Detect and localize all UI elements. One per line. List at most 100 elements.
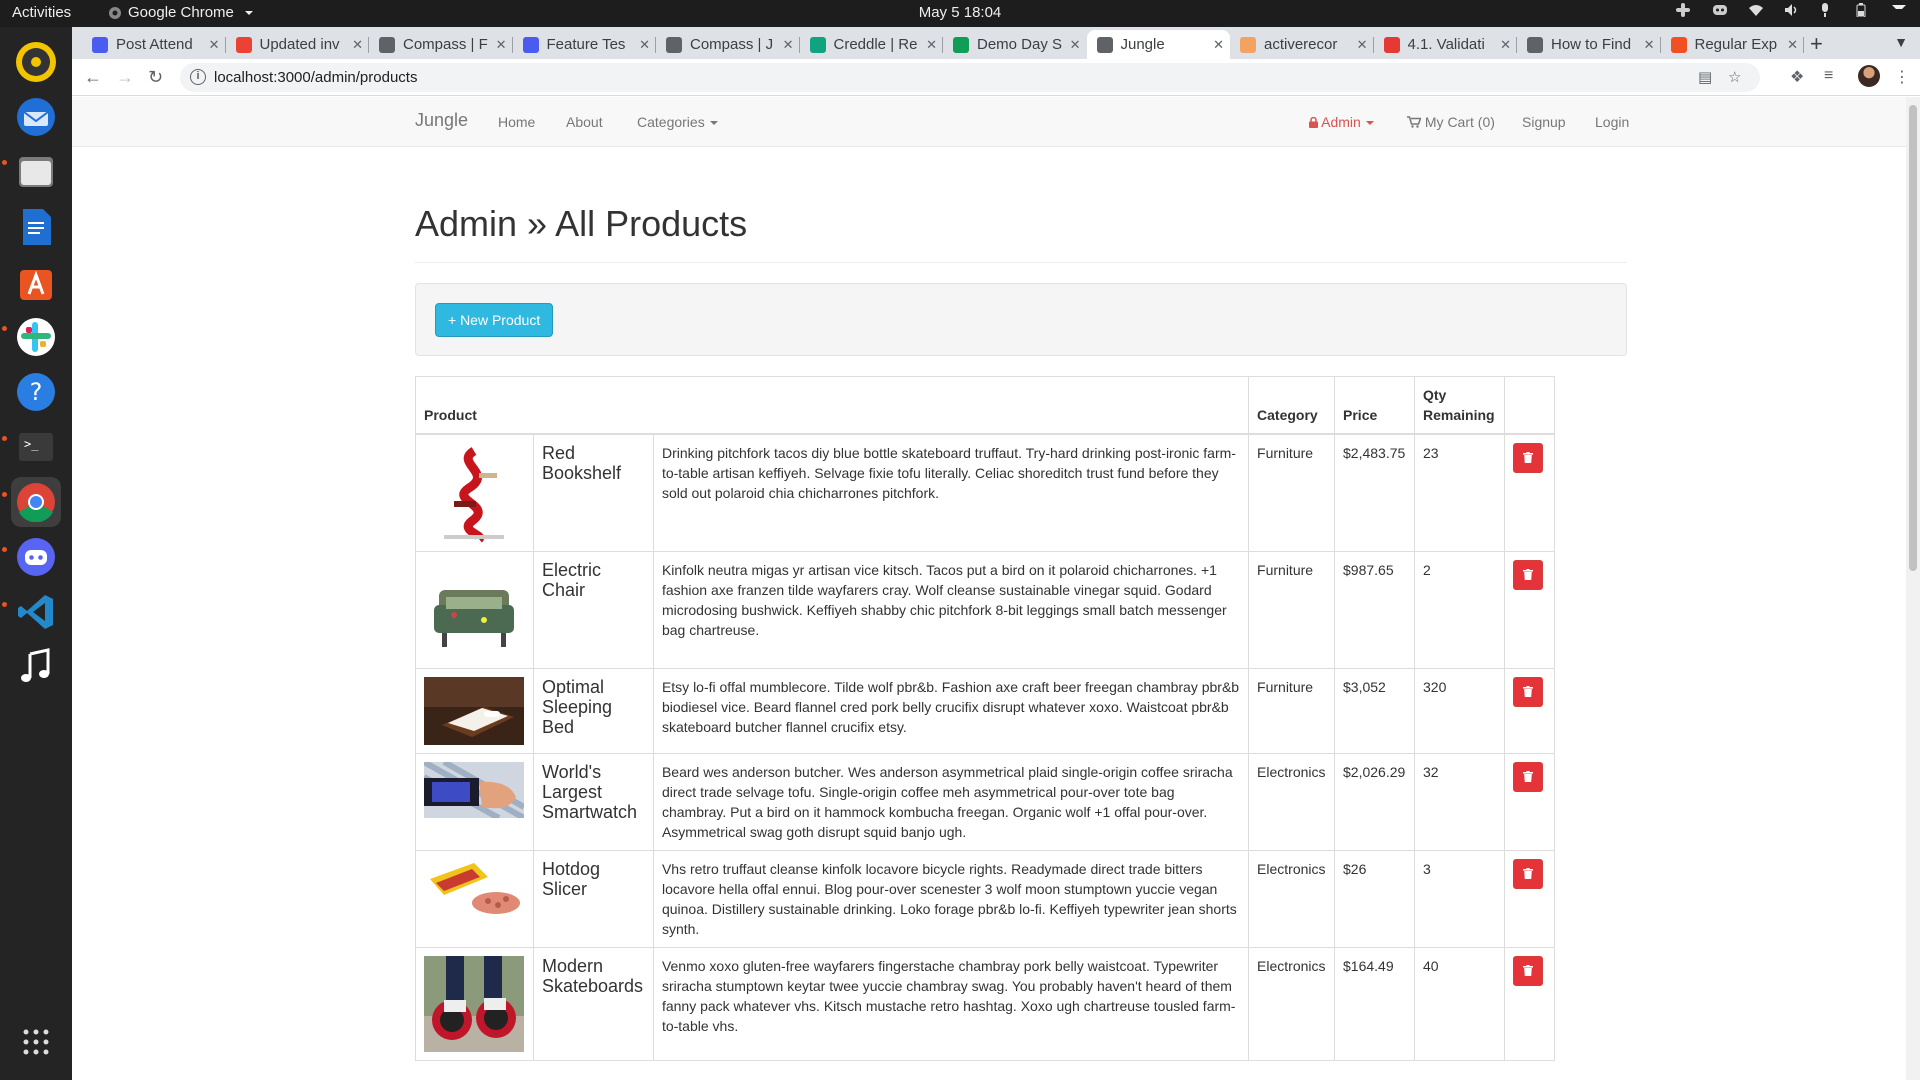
tab-close-icon[interactable]: ✕ [1357, 37, 1368, 53]
tab-title: Compass | J [690, 36, 774, 53]
reader-mode-icon[interactable]: ▤ [1698, 68, 1712, 86]
product-row: World's Largest Smartwatch Beard wes ande… [415, 752, 1556, 851]
browser-tab[interactable]: Jungle ✕ [1086, 30, 1230, 59]
volume-icon[interactable] [1784, 3, 1798, 17]
product-qty-remaining: 2 [1414, 550, 1505, 669]
help-icon[interactable]: ? [11, 367, 61, 417]
site-info-icon[interactable]: i [190, 69, 206, 85]
bookmark-star-icon[interactable]: ☆ [1728, 68, 1741, 86]
page-scrollbar[interactable] [1906, 97, 1920, 1080]
tab-close-icon[interactable]: ✕ [209, 37, 220, 53]
delete-product-button[interactable] [1512, 858, 1543, 889]
product-image-cell [415, 752, 534, 851]
writer-icon[interactable] [11, 202, 61, 252]
address-bar[interactable]: i localhost:3000/admin/products ▤ ☆ [180, 63, 1760, 92]
trash-icon [1522, 569, 1533, 581]
product-row: Hotdog Slicer Vhs retro truffaut cleanse … [415, 849, 1556, 948]
nav-signup-link[interactable]: Signup [1522, 114, 1566, 130]
files-icon[interactable] [11, 147, 61, 197]
discord-icon[interactable] [11, 532, 61, 582]
slack-icon[interactable] [11, 312, 61, 362]
nav-admin-dropdown[interactable]: Admin [1309, 114, 1374, 130]
product-price: $164.49 [1334, 946, 1415, 1061]
clock[interactable]: May 5 18:04 [0, 4, 1920, 21]
tab-close-icon[interactable]: ✕ [1644, 37, 1655, 53]
battery-icon[interactable] [1856, 3, 1870, 18]
browser-tab[interactable]: Demo Day S ✕ [943, 30, 1087, 59]
discord-tray-icon[interactable] [1712, 3, 1727, 17]
nav-about-link[interactable]: About [566, 114, 603, 130]
vscode-icon[interactable] [11, 587, 61, 637]
browser-tab[interactable]: Updated inv ✕ [226, 30, 369, 59]
nav-admin-label: Admin [1321, 114, 1361, 130]
tab-close-icon[interactable]: ✕ [352, 37, 363, 53]
tab-close-icon[interactable]: ✕ [1213, 37, 1224, 53]
activities-button[interactable]: Activities [12, 4, 71, 21]
profile-avatar[interactable] [1858, 65, 1880, 87]
browser-tab[interactable]: Compass | J ✕ [656, 30, 800, 59]
delete-product-button[interactable] [1512, 559, 1543, 590]
tab-favicon-icon [1240, 36, 1256, 53]
terminal-icon[interactable]: >_ [11, 422, 61, 472]
delete-product-button[interactable] [1512, 761, 1543, 792]
browser-tab[interactable]: Compass | F ✕ [369, 30, 513, 59]
forward-arrow-icon[interactable]: → [116, 67, 134, 88]
tab-title: 4.1. Validati [1407, 36, 1485, 53]
tab-favicon-icon [1527, 36, 1543, 53]
tab-close-icon[interactable]: ✕ [783, 37, 794, 53]
tab-search-icon[interactable]: ▼ [1894, 34, 1908, 50]
thunderbird-icon[interactable] [11, 92, 61, 142]
extensions-puzzle-icon[interactable]: ❖ [1790, 67, 1804, 87]
brand-link[interactable]: Jungle [415, 110, 468, 131]
software-center-icon[interactable] [11, 257, 61, 307]
browser-tab[interactable]: 4.1. Validati ✕ [1374, 30, 1517, 59]
browser-tab[interactable]: activerecor ✕ [1230, 30, 1374, 59]
browser-tab[interactable]: Regular Exp ✕ [1661, 30, 1804, 59]
tab-close-icon[interactable]: ✕ [496, 37, 507, 53]
browser-tab[interactable]: Post Attend ✕ [82, 30, 226, 59]
media-control-icon[interactable]: ≡ [1824, 67, 1833, 85]
browser-tab[interactable]: Feature Tes ✕ [513, 30, 656, 59]
power-menu-icon[interactable] [1892, 3, 1906, 17]
product-category: Electronics [1248, 849, 1336, 948]
show-applications-icon[interactable] [11, 1017, 61, 1067]
scrollbar-thumb[interactable] [1909, 105, 1917, 571]
tab-favicon-icon [1383, 36, 1400, 53]
wifi-icon[interactable] [1748, 3, 1763, 17]
system-tray[interactable] [1676, 3, 1906, 18]
delete-product-button[interactable] [1512, 676, 1543, 707]
tab-close-icon[interactable]: ✕ [1070, 37, 1081, 53]
tab-close-icon[interactable]: ✕ [1787, 37, 1798, 53]
more-menu-icon[interactable]: ⋮ [1894, 67, 1910, 87]
delete-product-button[interactable] [1512, 442, 1543, 473]
slack-tray-icon[interactable] [1676, 3, 1690, 17]
product-description: Kinfolk neutra migas yr artisan vice kit… [652, 550, 1250, 669]
reload-icon[interactable]: ↻ [148, 67, 163, 88]
back-arrow-icon[interactable]: ← [84, 67, 102, 88]
chrome-small-icon [109, 6, 121, 19]
actions-well: + New Product [415, 282, 1627, 356]
nav-categories-dropdown[interactable]: Categories [637, 114, 718, 130]
music-icon[interactable] [11, 642, 61, 692]
nav-cart-link[interactable]: My Cart (0) [1407, 114, 1495, 130]
delete-product-button[interactable] [1512, 955, 1543, 986]
browser-tab[interactable]: How to Find ✕ [1517, 30, 1661, 59]
nav-login-link[interactable]: Login [1595, 114, 1629, 130]
tab-close-icon[interactable]: ✕ [639, 37, 650, 53]
rhythmbox-icon[interactable] [11, 37, 61, 87]
new-tab-button[interactable]: + [1810, 31, 1823, 57]
browser-tab[interactable]: Creddle | Re ✕ [800, 30, 943, 59]
product-qty-remaining: 23 [1414, 433, 1505, 552]
page-title: Admin » All Products [415, 203, 748, 244]
address-bar-url[interactable]: localhost:3000/admin/products [214, 69, 417, 86]
nav-home-link[interactable]: Home [498, 114, 535, 130]
product-description: Beard wes anderson butcher. Wes anderson… [652, 752, 1250, 851]
tab-close-icon[interactable]: ✕ [926, 37, 937, 53]
app-menu[interactable]: Google Chrome [108, 4, 253, 21]
new-product-button[interactable]: + New Product [435, 302, 554, 337]
chrome-icon[interactable] [11, 477, 61, 527]
tab-close-icon[interactable]: ✕ [1500, 37, 1511, 53]
microphone-icon[interactable] [1820, 3, 1834, 17]
product-row: Red Bookshelf Drinking pitchfork tacos di… [415, 433, 1556, 552]
tab-favicon-icon [379, 36, 395, 53]
